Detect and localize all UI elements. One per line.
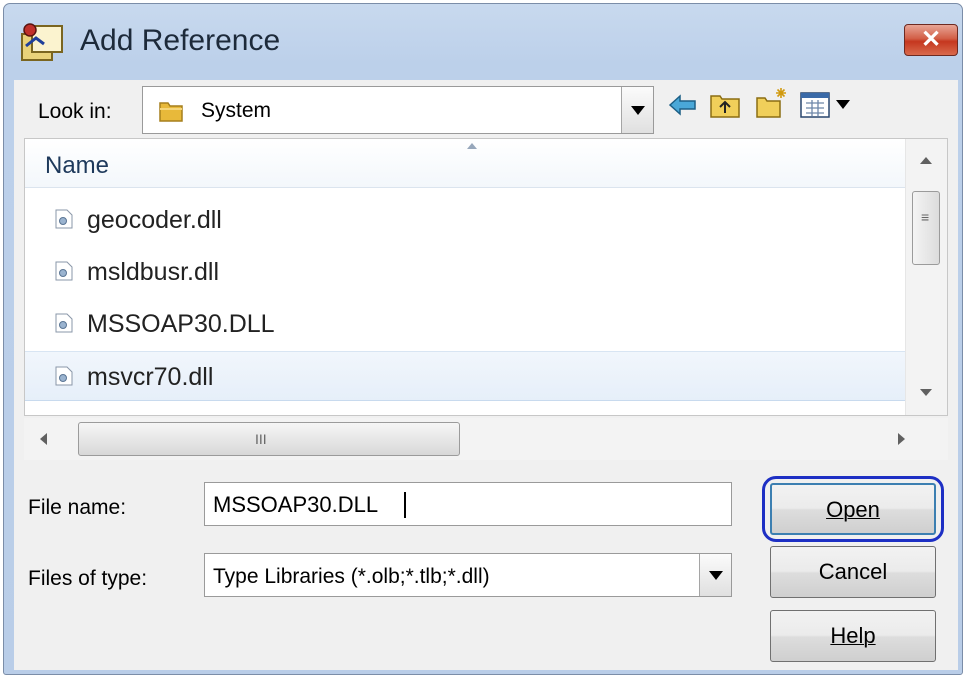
cancel-button[interactable]: Cancel: [770, 546, 936, 598]
list-item[interactable]: msldbusr.dll: [25, 247, 905, 297]
title-bar[interactable]: Add Reference ✕: [4, 4, 962, 80]
open-button[interactable]: Open: [770, 483, 936, 535]
help-button-label: Help: [830, 623, 876, 648]
file-list[interactable]: Name geocoder.dll msldbusr.dll MSSOAP30.…: [24, 138, 948, 416]
list-item[interactable]: MSSOAP30.DLL: [25, 299, 905, 349]
look-in-value: System: [201, 99, 272, 122]
cancel-button-label: Cancel: [818, 559, 888, 584]
help-button[interactable]: Help: [770, 610, 936, 662]
view-menu-icon[interactable]: [798, 88, 858, 122]
app-icon: [21, 23, 63, 61]
files-of-type-label: Files of type:: [28, 567, 148, 590]
vertical-scrollbar[interactable]: ≡: [905, 139, 947, 415]
add-reference-dialog: Add Reference ✕ Look in: System Name geo…: [3, 3, 963, 675]
file-name: MSSOAP30.DLL: [87, 310, 275, 338]
up-folder-icon[interactable]: [708, 88, 742, 122]
window-title: Add Reference: [80, 24, 281, 57]
file-name: geocoder.dll: [87, 206, 222, 234]
scroll-down-icon[interactable]: [920, 389, 932, 396]
dll-file-icon: [55, 209, 73, 229]
sort-caret-icon: [467, 143, 477, 149]
text-cursor: [404, 492, 406, 518]
name-column-label: Name: [45, 152, 110, 179]
name-column-header[interactable]: Name: [25, 139, 905, 188]
grip-icon: III: [255, 431, 267, 447]
back-arrow-icon[interactable]: [666, 88, 700, 122]
list-item[interactable]: msvcr70.dll: [25, 351, 905, 401]
look-in-dropdown-button[interactable]: [621, 87, 653, 133]
open-button-label: Open: [826, 497, 880, 522]
list-item[interactable]: geocoder.dll: [25, 195, 905, 245]
chevron-down-icon: [709, 571, 723, 580]
scroll-left-icon[interactable]: [40, 433, 47, 445]
file-name: msldbusr.dll: [87, 258, 219, 286]
look-in-label: Look in:: [38, 100, 112, 123]
folder-icon: [159, 102, 183, 122]
close-button[interactable]: ✕: [904, 24, 958, 56]
dll-file-icon: [55, 261, 73, 281]
files-of-type-dropdown-button[interactable]: [699, 554, 731, 596]
dialog-body: Look in: System Name geocoder.dll msldbu…: [14, 80, 958, 670]
scroll-right-icon[interactable]: [898, 433, 905, 445]
horizontal-scrollbar[interactable]: III: [24, 418, 948, 460]
file-name-input[interactable]: MSSOAP30.DLL: [204, 482, 732, 526]
vertical-scroll-thumb[interactable]: ≡: [912, 191, 940, 265]
files-of-type-value: Type Libraries (*.olb;*.tlb;*.dll): [213, 565, 490, 588]
files-of-type-combo[interactable]: Type Libraries (*.olb;*.tlb;*.dll): [204, 553, 732, 597]
new-folder-icon[interactable]: [754, 86, 788, 120]
chevron-down-icon: [631, 106, 645, 115]
horizontal-scroll-thumb[interactable]: III: [78, 422, 460, 456]
file-name: msvcr70.dll: [87, 363, 214, 391]
look-in-combo[interactable]: System: [142, 86, 654, 134]
file-name-value: MSSOAP30.DLL: [213, 492, 379, 517]
dll-file-icon: [55, 366, 73, 386]
dll-file-icon: [55, 313, 73, 333]
scroll-up-icon[interactable]: [920, 157, 932, 164]
grip-icon: ≡: [921, 209, 930, 225]
file-name-label: File name:: [28, 496, 127, 519]
